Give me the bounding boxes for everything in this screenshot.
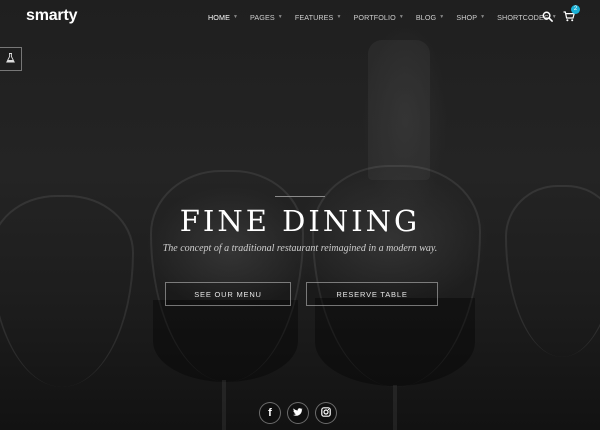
- nav-item-pages[interactable]: PAGES ▼: [250, 13, 283, 22]
- wine-fill: [315, 298, 475, 386]
- nav-item-label: PORTFOLIO: [353, 12, 396, 22]
- glass-stem: [222, 380, 226, 430]
- nav-item-label: BLOG: [415, 12, 437, 22]
- side-panel-toggle[interactable]: [0, 47, 22, 71]
- bottle-silhouette: [368, 40, 430, 180]
- twitter-icon: [293, 404, 303, 422]
- nav-item-home[interactable]: HOME ▼: [208, 13, 238, 22]
- main-menu: HOME ▼ PAGES ▼ FEATURES ▼ PORTFOLIO ▼ BL…: [208, 0, 569, 34]
- chevron-down-icon: ▼: [336, 14, 342, 20]
- nav-item-shop[interactable]: SHOP ▼: [456, 13, 485, 22]
- instagram-link[interactable]: [315, 402, 337, 424]
- cart-count-badge: 2: [571, 5, 580, 14]
- nav-item-label: HOME: [208, 12, 230, 22]
- chevron-down-icon: ▼: [480, 14, 486, 20]
- nav-icons: 2: [542, 5, 580, 27]
- chevron-down-icon: ▼: [439, 14, 445, 20]
- facebook-link[interactable]: f: [259, 402, 281, 424]
- wine-fill: [153, 300, 298, 382]
- flask-icon: [6, 50, 15, 68]
- nav-item-portfolio[interactable]: PORTFOLIO ▼: [354, 13, 404, 22]
- nav-item-label: SHOP: [456, 12, 478, 22]
- chevron-down-icon: ▼: [232, 14, 239, 20]
- facebook-icon: f: [268, 407, 272, 419]
- hero-title: FINE DINING: [179, 204, 421, 238]
- glass-stem: [393, 385, 397, 430]
- title-divider: [275, 196, 325, 197]
- hero-subtitle: The concept of a traditional restaurant …: [162, 243, 438, 254]
- search-icon[interactable]: [542, 9, 553, 27]
- chevron-down-icon: ▼: [398, 14, 404, 20]
- chevron-down-icon: ▼: [277, 14, 283, 20]
- nav-item-label: PAGES: [250, 12, 275, 22]
- cart-button[interactable]: 2: [563, 5, 580, 27]
- nav-item-label: SHORTCODES: [497, 12, 549, 22]
- top-navbar: smarty HOME ▼ PAGES ▼ FEATURES ▼ PORTFOL…: [0, 0, 600, 34]
- instagram-icon: [321, 404, 331, 422]
- site-logo[interactable]: smarty: [26, 7, 77, 25]
- social-links: f: [259, 402, 343, 424]
- reserve-table-button[interactable]: RESERVE TABLE: [306, 282, 438, 306]
- twitter-link[interactable]: [287, 402, 309, 424]
- nav-item-blog[interactable]: BLOG ▼: [416, 13, 444, 22]
- nav-item-features[interactable]: FEATURES ▼: [295, 13, 342, 22]
- see-menu-button[interactable]: SEE OUR MENU: [165, 282, 291, 306]
- nav-item-label: FEATURES: [294, 12, 334, 22]
